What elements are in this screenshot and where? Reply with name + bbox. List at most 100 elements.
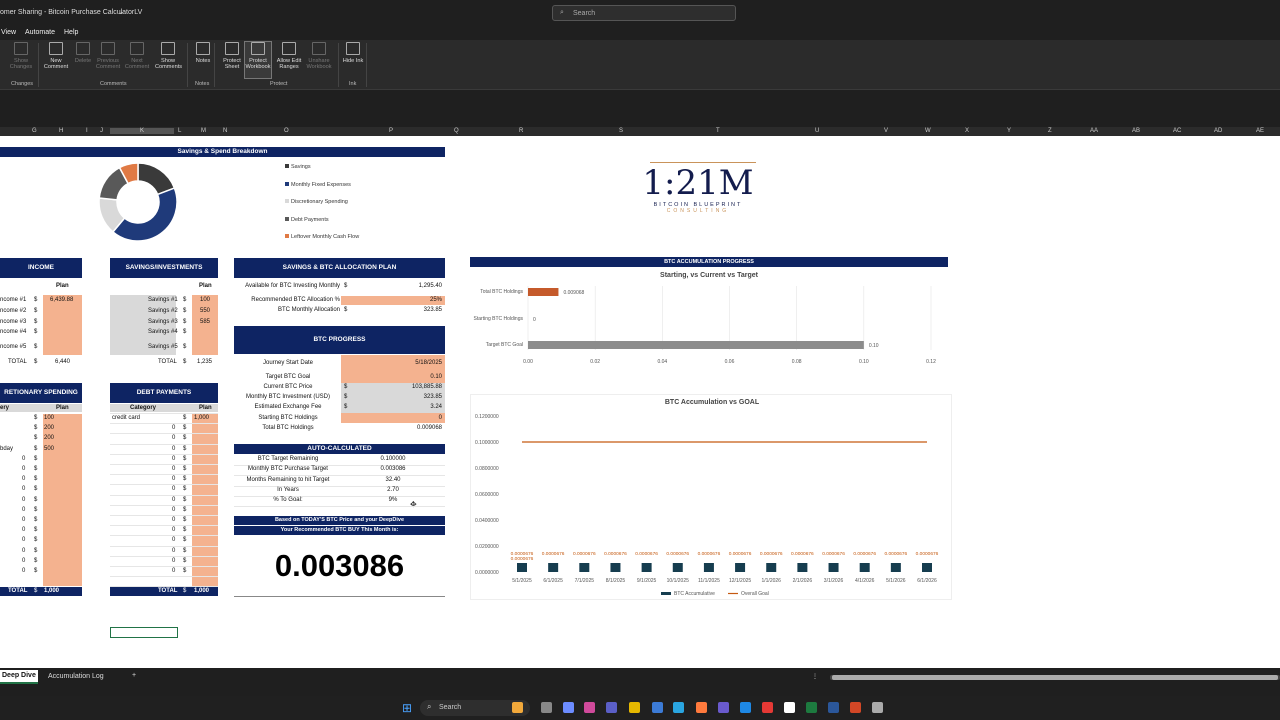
ribbon-button-6[interactable]: Notes — [190, 42, 216, 78]
taskbar-app-icon[interactable] — [584, 702, 595, 713]
column-header[interactable]: X — [965, 128, 969, 134]
horizontal-scrollbar[interactable] — [830, 675, 1280, 680]
debt-category-header: Category — [130, 405, 157, 411]
progress-row-value: 5/18/2025 — [415, 360, 442, 366]
taskbar-app-icon[interactable] — [740, 702, 751, 713]
column-header[interactable]: K — [110, 128, 175, 134]
accum-xtick-label: 3/1/2026 — [824, 578, 844, 584]
accum-value-label: 0.0000676 — [885, 551, 908, 557]
ribbon-button-5[interactable]: Show Comments — [155, 42, 183, 78]
debt-row-value: 1,000 — [194, 415, 210, 421]
tab-deep-dive[interactable]: Deep Dive — [0, 670, 38, 684]
taskbar-app-icon[interactable] — [806, 702, 817, 713]
tab-more-icon[interactable]: ⋮ — [812, 673, 818, 680]
column-header[interactable]: M — [201, 128, 206, 134]
dollar-sign: $ — [34, 425, 38, 432]
hbar-value-label: 0 — [533, 317, 536, 323]
column-header[interactable]: R — [519, 128, 523, 134]
add-sheet-button[interactable]: + — [132, 672, 136, 679]
search-box[interactable]: ⌕ Search — [552, 5, 736, 21]
taskbar-app-icon[interactable] — [850, 702, 861, 713]
column-header[interactable]: AB — [1132, 128, 1140, 134]
accum-ytick-label: 0.0600000 — [475, 492, 499, 498]
column-header[interactable]: L — [178, 128, 181, 134]
column-header[interactable]: P — [389, 128, 393, 134]
ribbon-button-label: Show Comments — [155, 58, 183, 70]
column-header[interactable]: V — [884, 128, 888, 134]
ribbon-button-7[interactable]: Protect Sheet — [219, 42, 245, 78]
column-header[interactable]: J — [100, 128, 103, 134]
column-header[interactable]: N — [223, 128, 227, 134]
ribbon-button-9[interactable]: Allow Edit Ranges — [276, 42, 302, 78]
column-header[interactable]: Y — [1007, 128, 1011, 134]
ribbon-group-label: Changes — [11, 81, 34, 87]
ribbon-button-4[interactable]: Next Comment — [124, 42, 150, 78]
menu-automate[interactable]: Automate — [25, 29, 55, 36]
taskbar-app-icon[interactable] — [541, 702, 552, 713]
progress-row-label: Monthly BTC Investment (USD) — [245, 394, 331, 400]
column-header[interactable]: I — [86, 128, 88, 134]
ribbon-button-10[interactable]: Unshare Workbook — [306, 42, 332, 78]
progress-row-value: 0.10 — [430, 374, 442, 380]
taskbar-app-icon[interactable] — [606, 702, 617, 713]
discretionary-header: RETIONARY SPENDING — [0, 383, 82, 403]
column-header[interactable]: U — [815, 128, 819, 134]
ribbon-button-1[interactable]: New Comment — [43, 42, 69, 78]
progress-row-label: Journey Start Date — [262, 360, 314, 366]
selected-cell[interactable] — [110, 627, 178, 638]
taskbar-app-icon[interactable] — [828, 702, 839, 713]
accum-bar — [703, 563, 714, 572]
accum-bar — [610, 563, 621, 572]
column-header[interactable]: H — [59, 128, 63, 134]
taskbar-app-icon[interactable] — [696, 702, 707, 713]
taskbar-app-icon[interactable] — [872, 702, 883, 713]
accum-value-label: 0.0000676 — [635, 551, 658, 557]
column-header[interactable]: S — [619, 128, 623, 134]
ribbon-button-3[interactable]: Previous Comment — [95, 42, 121, 78]
savings-header: SAVINGS/INVESTMENTS — [110, 258, 218, 278]
allocation-row-value: 25% — [429, 297, 442, 303]
column-header[interactable]: AA — [1090, 128, 1098, 134]
tab-accumulation-log[interactable]: Accumulation Log — [48, 673, 104, 680]
dollar-sign: $ — [183, 455, 187, 462]
taskbar-app-icon[interactable] — [784, 702, 795, 713]
column-header[interactable]: T — [716, 128, 720, 134]
dollar-sign: $ — [183, 517, 187, 523]
ribbon-button-2[interactable]: Delete — [70, 42, 96, 78]
btc-accumulation-chart: 0.0000000 0.0200000 0.0400000 0.0600000 0.08… — [475, 414, 939, 597]
legend-label: Savings — [291, 164, 311, 170]
taskbar-app-icon[interactable] — [563, 702, 574, 713]
ribbon-button-11[interactable]: Hide Ink — [340, 42, 366, 78]
column-header[interactable]: AE — [1256, 128, 1264, 134]
column-header[interactable]: Q — [454, 128, 459, 134]
title-chevron-icon[interactable]: ⌄ — [118, 8, 124, 16]
discretionary-row-value: 500 — [44, 445, 55, 452]
savings-row-label: Savings #4 — [148, 329, 178, 335]
taskbar-app-icon[interactable] — [762, 702, 773, 713]
menu-view[interactable]: View — [1, 29, 16, 36]
discretionary-row-category: 0 — [22, 476, 26, 483]
legend-label: Debt Payments — [291, 216, 329, 223]
taskbar-app-icon[interactable] — [673, 702, 684, 713]
accum-bar — [548, 563, 559, 572]
column-header[interactable]: AC — [1173, 128, 1181, 134]
ribbon-button-0[interactable]: Show Changes — [8, 42, 34, 78]
ribbon-group-label: Notes — [195, 81, 210, 87]
column-header[interactable]: Z — [1048, 128, 1052, 134]
column-header[interactable]: O — [284, 128, 289, 134]
column-header[interactable]: W — [925, 128, 931, 134]
column-header[interactable]: G — [32, 128, 37, 134]
progress-row-label: Estimated Exchange Fee — [254, 404, 322, 410]
taskbar-app-icon[interactable] — [718, 702, 729, 713]
hbar-tick-label: 0.08 — [792, 359, 802, 365]
legend-swatch — [285, 199, 289, 203]
ribbon-button-8[interactable]: Protect Workbook — [245, 42, 271, 78]
menu-help[interactable]: Help — [64, 29, 78, 36]
column-header[interactable]: AD — [1214, 128, 1222, 134]
taskbar-app-icon[interactable] — [512, 702, 523, 713]
taskbar-app-icon[interactable] — [629, 702, 640, 713]
windows-start-icon[interactable]: ⊞ — [402, 701, 412, 715]
income-row-label: ncome #4 — [0, 329, 27, 335]
taskbar-app-icon[interactable] — [652, 702, 663, 713]
worksheet[interactable]: Savings & Spend Breakdown Savings Monthly… — [0, 136, 1280, 668]
